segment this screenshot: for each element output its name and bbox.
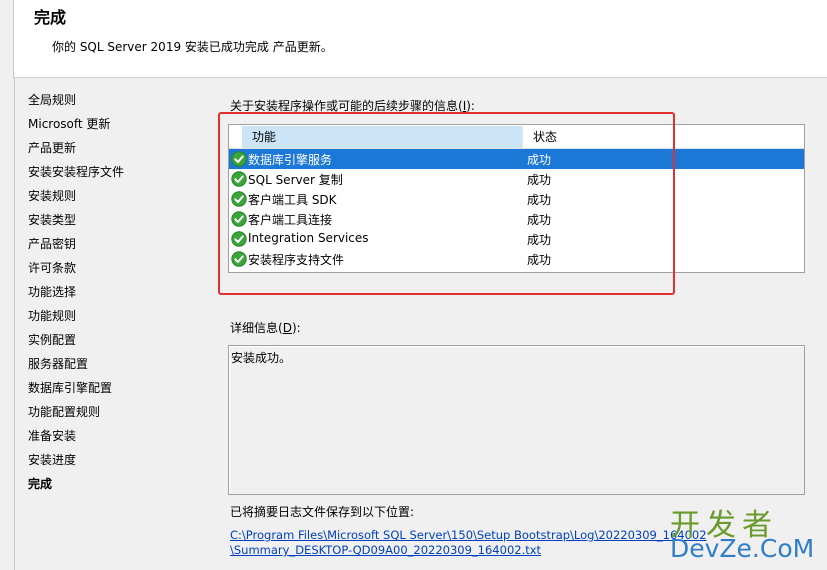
grid-row[interactable]: Integration Services 成功: [229, 229, 804, 249]
row-feature-name: 安装程序支持文件: [248, 253, 345, 267]
info-label: 关于安装程序操作或可能的后续步骤的信息(I):: [230, 97, 475, 114]
info-label-suffix: ):: [466, 99, 475, 113]
grid-header: 功能 状态: [229, 125, 804, 149]
step-product-updates: 产品更新: [28, 141, 77, 155]
row-feature-name: 客户端工具 SDK: [248, 193, 337, 207]
info-label-prefix: 关于安装程序操作或可能的后续步骤的信息(: [230, 99, 463, 113]
grid-row[interactable]: 客户端工具连接 成功: [229, 209, 804, 229]
success-check-icon: [231, 231, 247, 247]
column-header-feature[interactable]: 功能: [242, 126, 522, 148]
step-feature-selection: 功能选择: [28, 285, 77, 299]
details-label-access-key: D: [282, 321, 292, 335]
row-feature-name: SQL Server 复制: [248, 173, 343, 187]
success-check-icon: [231, 191, 247, 207]
wizard-steps-sidebar: 全局规则 Microsoft 更新 产品更新 安装安装程序文件 安装规则 安装类…: [14, 78, 214, 570]
row-status: 成功: [527, 173, 552, 187]
row-status: 成功: [527, 233, 552, 247]
step-instance-configuration: 实例配置: [28, 333, 77, 347]
step-ready-to-install: 准备安装: [28, 429, 77, 443]
success-check-icon: [231, 151, 247, 167]
grid-row[interactable]: 安装程序支持文件 成功: [229, 249, 804, 269]
wizard-header: 完成 你的 SQL Server 2019 安装已成功完成 产品更新。: [0, 0, 827, 78]
grid-row[interactable]: 客户端工具 SDK 成功: [229, 189, 804, 209]
success-check-icon: [231, 211, 247, 227]
details-label-suffix: ):: [291, 321, 301, 335]
step-installation-type: 安装类型: [28, 213, 77, 227]
row-status: 成功: [527, 213, 552, 227]
row-status: 成功: [527, 193, 552, 207]
details-label-prefix: 详细信息(: [230, 321, 283, 335]
row-feature-name: Integration Services: [248, 231, 369, 245]
step-install-rules: 安装规则: [28, 189, 77, 203]
page-subtitle: 你的 SQL Server 2019 安装已成功完成 产品更新。: [52, 40, 333, 54]
step-database-engine-configuration: 数据库引擎配置: [28, 381, 113, 395]
step-global-rules: 全局规则: [28, 93, 77, 107]
row-status: 成功: [527, 153, 552, 167]
details-label: 详细信息(D):: [230, 319, 301, 336]
step-installation-progress: 安装进度: [28, 453, 77, 467]
success-check-icon: [231, 171, 247, 187]
page-title: 完成: [34, 8, 67, 27]
row-status: 成功: [527, 253, 552, 267]
grid-row[interactable]: SQL Server 复制 成功: [229, 169, 804, 189]
success-check-icon: [231, 251, 247, 267]
row-feature-name: 数据库引擎服务: [248, 153, 333, 167]
log-location-label: 已将摘要日志文件保存到以下位置:: [230, 505, 415, 519]
details-textbox[interactable]: 安装成功。: [228, 345, 805, 495]
step-feature-rules: 功能规则: [28, 309, 77, 323]
column-header-status[interactable]: 状态: [522, 126, 802, 148]
header-frame-edge: [0, 0, 14, 78]
row-feature-name: 客户端工具连接: [248, 213, 333, 227]
step-feature-configuration-rules: 功能配置规则: [28, 405, 101, 419]
step-install-setup-files: 安装安装程序文件: [28, 165, 125, 179]
grid-row[interactable]: 数据库引擎服务 成功: [229, 149, 804, 169]
step-microsoft-update: Microsoft 更新: [28, 117, 111, 131]
step-complete: 完成: [28, 477, 53, 491]
summary-log-path-line1[interactable]: C:\Program Files\Microsoft SQL Server\15…: [230, 528, 707, 543]
details-text: 安装成功。: [231, 351, 292, 365]
summary-log-path-line2[interactable]: \Summary_DESKTOP-QD09A00_20220309_164002…: [230, 543, 707, 558]
summary-log-link[interactable]: C:\Program Files\Microsoft SQL Server\15…: [230, 528, 707, 558]
feature-status-grid[interactable]: 功能 状态 数据库引擎服务 成功 SQL Server 复制 成功 客户端工具 …: [228, 124, 805, 273]
step-server-configuration: 服务器配置: [28, 357, 89, 371]
step-product-key: 产品密钥: [28, 237, 77, 251]
step-license-terms: 许可条款: [28, 261, 77, 275]
